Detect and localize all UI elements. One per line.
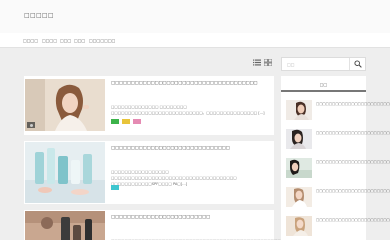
search-input[interactable]: □□ (287, 62, 295, 67)
global-nav: □□□□ □□□□ □□□ □□□ □□□□□□□ (0, 33, 390, 48)
nav-item-2[interactable]: □□□□ (42, 38, 57, 43)
grid-view-icon[interactable] (264, 59, 272, 66)
nav-item-4[interactable]: □□□ (74, 38, 85, 43)
post-card[interactable]: □□□□□□□□□□□□□□□□□□□□□□□□□□□□□□□□□□□□□ □□… (24, 76, 274, 135)
sidebar-post[interactable]: □□□□□□□□□□□□□□□□□□□□□□□□□□ (286, 129, 390, 151)
sidebar-post-title[interactable]: □□□□□□□□□□□□□□□□□□□□□□□□□□ (316, 160, 390, 166)
nav-item-5[interactable]: □□□□□□□ (89, 38, 115, 43)
tag-badge[interactable] (111, 185, 119, 190)
tag-badge[interactable] (133, 119, 141, 124)
list-view-icon[interactable] (253, 59, 261, 66)
sidebar-post-thumbnail[interactable] (286, 100, 312, 120)
post-tags (111, 185, 119, 190)
sidebar-post[interactable]: □□□□□□□□□□□□□□□□□□□□□□□□□□ (286, 158, 390, 180)
sidebar-post-thumbnail[interactable] (286, 187, 312, 207)
site-logo[interactable]: □□□□□ (24, 12, 54, 19)
tag-badge[interactable] (111, 119, 119, 124)
search-button[interactable] (349, 58, 365, 70)
site-header: □□□□□ (0, 0, 390, 33)
post-title[interactable]: □□□□□□□□□□□□□□□□□□□□□□□□□□□□□□ (111, 145, 230, 150)
widget-title: □□ (319, 82, 328, 87)
post-thumbnail[interactable] (25, 211, 105, 240)
widget-header: □□ (281, 76, 366, 92)
post-card[interactable]: □□□□□□□□□□□□□□□□□□□□□□□□□ □□□□□□□□□□□□□□… (24, 210, 288, 240)
post-card[interactable]: □□□□□□□□□□□□□□□□□□□□□□□□□□□□□□ □□□□□□□□□… (24, 141, 274, 204)
sidebar-post-thumbnail[interactable] (286, 129, 312, 149)
sidebar-widget: □□ □□□□□□□□□□□□□□□□□□□□□□□ □□□ □□□□□□□□□□… (281, 76, 390, 240)
post-thumbnail[interactable] (25, 79, 105, 131)
sidebar-post-title[interactable]: □□□□□□□□□□□□□□□□□□□□□□□□□□ (316, 102, 390, 108)
sidebar-post[interactable]: □□□□□□□□□□□□□□□□□□□□□□□□□□ (286, 187, 390, 209)
nav-item-3[interactable]: □□□ (60, 38, 71, 43)
search-icon (354, 60, 362, 68)
sidebar-post-title[interactable]: □□□□□□□□□□□□□□□□□□□□□□□□□□ (316, 131, 390, 137)
post-title[interactable]: □□□□□□□□□□□□□□□□□□□□□□□□□□□□□□□□□□□□□ (111, 80, 257, 85)
nav-item-1[interactable]: □□□□ (23, 38, 38, 43)
search-box: □□ (281, 57, 366, 71)
sidebar-post[interactable]: □□□□□□□□□□□□□□□□□□□□□□□□□□ (286, 216, 390, 238)
sidebar-post-title[interactable]: □□□□□□□□□□□□□□□□□□□□□□□□□□ (316, 189, 390, 195)
camera-icon (27, 122, 35, 128)
post-tags (111, 119, 141, 124)
post-title[interactable]: □□□□□□□□□□□□□□□□□□□□□□□□□ (111, 214, 210, 219)
post-excerpt: □□□□□□□□□□□□□□□□□ □□□□□□□□□□□□□□□□□□□□□□… (111, 170, 237, 186)
sidebar-post[interactable]: □□□□□□□□□□□□□□□□□□□□□□□□□□ (286, 100, 390, 122)
tag-badge[interactable] (122, 119, 130, 124)
post-thumbnail[interactable] (25, 142, 105, 203)
post-excerpt: □□□□□□□□□□□□□□ □□□□□□□□ □□□□□□□□□□□□□□□□… (111, 105, 265, 115)
sidebar-post-thumbnail[interactable] (286, 216, 312, 236)
sidebar-post-thumbnail[interactable] (286, 158, 312, 178)
sidebar-post-title[interactable]: □□□□□□□□□□□□□□□□□□□□□□□□□□ (316, 218, 390, 224)
